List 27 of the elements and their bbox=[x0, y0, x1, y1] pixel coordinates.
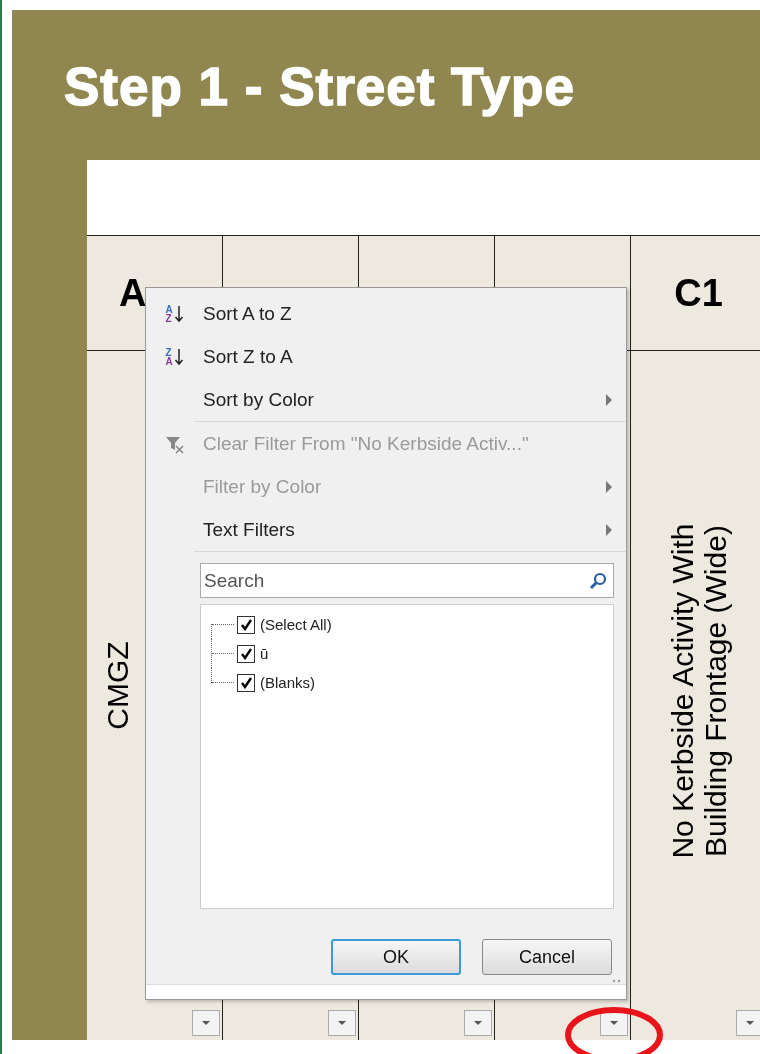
checkbox-label: (Blanks) bbox=[260, 674, 315, 691]
caret-icon bbox=[744, 1019, 756, 1027]
checkbox[interactable] bbox=[237, 673, 255, 692]
checkbox[interactable] bbox=[237, 644, 255, 663]
filter-dropdown-button[interactable] bbox=[192, 1010, 220, 1036]
menu-item[interactable]: Text Filters bbox=[146, 508, 626, 551]
caret-icon bbox=[608, 1019, 620, 1027]
filter-dropdown-button[interactable] bbox=[464, 1010, 492, 1036]
menu-item[interactable]: Sort by Color bbox=[146, 378, 626, 421]
caret-icon bbox=[336, 1019, 348, 1027]
resize-grip-icon bbox=[612, 979, 621, 983]
submenu-arrow-icon bbox=[606, 393, 612, 406]
sheet-title: Step 1 - Street Type bbox=[64, 56, 575, 118]
vertical-text: CMGZ bbox=[101, 640, 134, 732]
dialog-button[interactable]: OK bbox=[331, 939, 461, 975]
checkbox[interactable] bbox=[237, 615, 255, 634]
submenu-arrow-icon bbox=[606, 480, 612, 493]
filter-dropdown-button[interactable] bbox=[328, 1010, 356, 1036]
checkbox-label: (Select All) bbox=[260, 616, 332, 633]
vertical-text: No Kerbside Activity With Building Frontage (Wide) bbox=[665, 521, 732, 861]
checkbox-label: ū bbox=[260, 645, 269, 662]
column-heading: C1 bbox=[631, 236, 760, 351]
submenu-arrow-icon bbox=[606, 523, 612, 536]
caret-icon bbox=[200, 1019, 212, 1027]
dialog-button[interactable]: Cancel bbox=[482, 939, 612, 975]
filter-dropdown-button[interactable] bbox=[736, 1010, 760, 1036]
caret-icon bbox=[472, 1019, 484, 1027]
